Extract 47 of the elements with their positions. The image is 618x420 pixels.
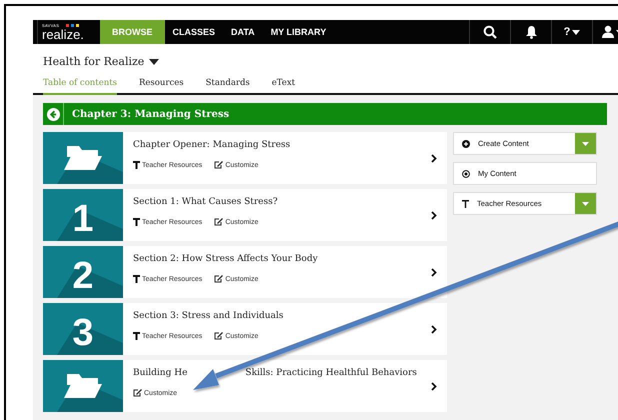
chevron-right-icon[interactable] [431,324,437,334]
lesson-title[interactable]: Skills: Practicing Healthful Behaviors [245,368,417,378]
tab[interactable]: eText [272,78,296,95]
nav-link[interactable]: MY LIBRARY [262,20,334,44]
caret-icon [582,142,589,146]
logo-name: realize. [42,28,84,40]
chevron-right-icon[interactable] [431,154,437,162]
edit-icon [214,161,224,169]
edit-icon [214,218,224,226]
circle-icon [462,170,470,178]
edit-icon [214,275,224,283]
lesson-title[interactable]: Building He [133,368,188,378]
chevron-right-icon[interactable] [431,268,437,276]
lesson-title[interactable]: Section 1: What Causes Stress? [133,197,278,207]
caret-icon [572,30,580,34]
edit-icon [214,332,224,340]
lesson-thumbnail: 2 [43,246,123,298]
chevron-right-icon[interactable] [431,210,437,220]
lesson-title[interactable]: Section 3: Stress and Individuals [133,311,284,321]
tab[interactable]: Resources [139,78,184,95]
chevron-right-icon[interactable] [431,382,437,390]
letter-t-icon [133,161,140,169]
nav-link[interactable]: DATA [223,20,263,44]
nav-link[interactable]: CLASSES [164,20,224,44]
letter-t-icon [133,332,140,340]
plus-circle-icon [462,140,470,148]
course-selector[interactable]: Health for Realize [43,55,160,68]
lesson-thumbnail: 1 [43,189,123,241]
help-menu-button[interactable]: ? [564,26,580,38]
letter-t-icon [133,275,140,283]
search-icon[interactable] [483,25,497,39]
lesson-title[interactable]: Section 2: How Stress Affects Your Body [133,254,318,264]
lesson-title[interactable]: Chapter Opener: Managing Stress [133,140,290,150]
caret-icon [582,202,589,206]
letter-t-icon [462,200,469,208]
lesson-thumbnail: 3 [43,303,123,355]
dropdown-toggle[interactable] [575,133,596,154]
dropdown-toggle[interactable] [575,193,596,214]
tab[interactable]: Standards [206,78,250,95]
user-menu-icon[interactable] [602,25,618,39]
edit-icon [133,389,142,397]
letter-t-icon [133,218,140,226]
chapter-title: Chapter 3: Managing Stress [71,108,230,120]
caret-icon [149,58,160,64]
back-icon[interactable] [46,108,60,120]
bell-icon[interactable] [524,25,538,39]
dots-icon [66,24,80,27]
